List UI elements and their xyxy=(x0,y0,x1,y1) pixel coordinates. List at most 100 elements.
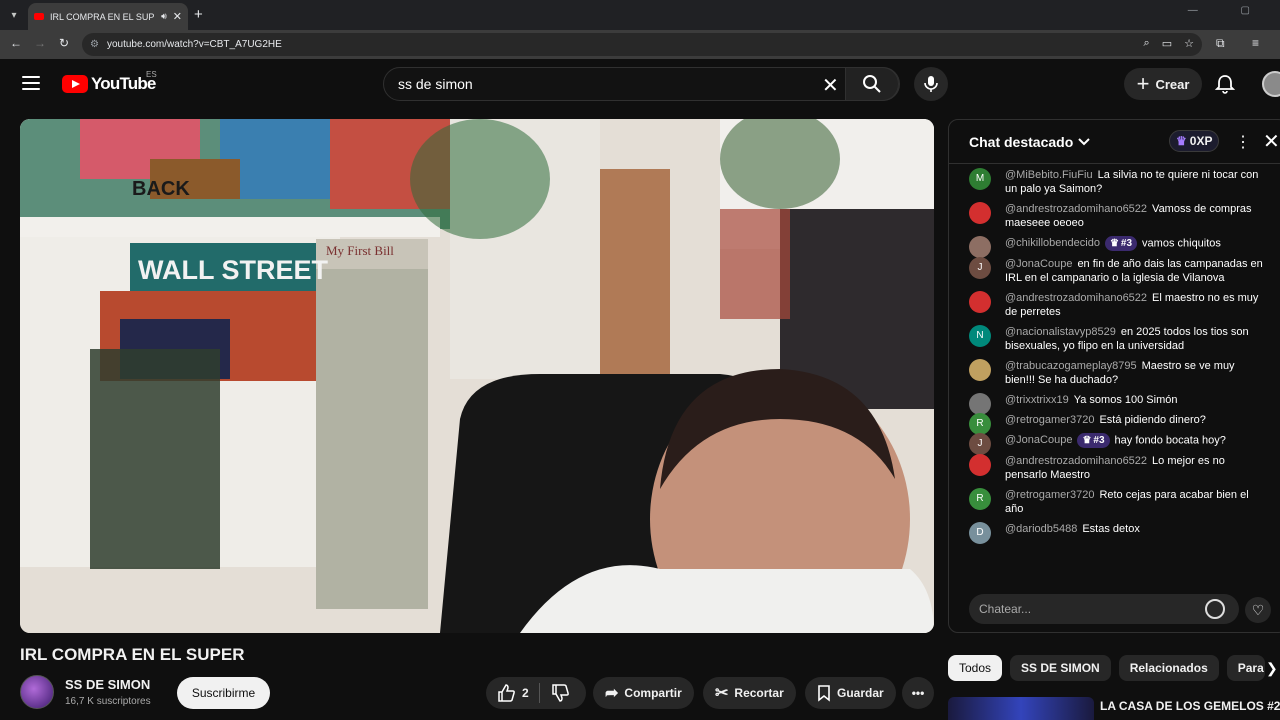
chat-message: @andrestrozadomihano6522 Lo mejor es no p… xyxy=(949,454,1280,482)
chat-author[interactable]: @retrogamer3720 xyxy=(1005,489,1094,501)
chat-avatar xyxy=(969,359,991,381)
chat-message: @andrestrozadomihano6522 El maestro no es… xyxy=(949,291,1280,319)
crown-icon: ♛ xyxy=(1109,237,1119,249)
save-label: Guardar xyxy=(837,686,884,700)
bookmark-star-icon[interactable]: ☆ xyxy=(1184,37,1194,50)
chat-title: Chat destacado xyxy=(969,134,1074,150)
browser-toolbar: ← → ↻ ⚙ youtube.com/watch?v=CBT_A7UG2HE … xyxy=(0,30,1280,59)
media-control-icon[interactable]: ≡ xyxy=(1252,36,1259,50)
account-avatar[interactable] xyxy=(1262,71,1280,97)
chat-message: @andrestrozadomihano6522 Vamoss de compra… xyxy=(949,202,1280,230)
youtube-header: YouTube ES ✕ + Crear xyxy=(0,59,1280,111)
subscribe-button[interactable]: Suscribirme xyxy=(177,677,270,709)
thumbs-down-icon[interactable] xyxy=(550,683,570,703)
emoji-icon[interactable] xyxy=(1205,599,1225,619)
heart-icon[interactable]: ♡ xyxy=(1245,597,1271,623)
site-info-icon[interactable]: ⚙ xyxy=(90,39,99,50)
save-button[interactable]: Guardar xyxy=(805,677,896,709)
crown-icon: ♛ xyxy=(1176,134,1187,148)
tab-list-button[interactable]: ▾ xyxy=(4,5,24,25)
chat-text: hay fondo bocata hoy? xyxy=(1114,434,1226,447)
back-sign: BACK xyxy=(132,178,190,200)
chip-channel[interactable]: SS DE SIMON xyxy=(1010,655,1111,681)
create-button[interactable]: + Crear xyxy=(1124,68,1202,100)
first-bill-sign: My First Bill xyxy=(326,243,394,258)
thumbs-up-icon[interactable] xyxy=(496,683,516,703)
chat-author[interactable]: @andrestrozadomihano6522 xyxy=(1005,292,1147,304)
chat-author[interactable]: @trixxtrixx19 xyxy=(1005,394,1069,406)
close-chat-icon[interactable]: ✕ xyxy=(1263,129,1280,154)
new-tab-button[interactable]: + xyxy=(194,6,203,23)
chat-author[interactable]: @trabucazogameplay8795 xyxy=(1005,360,1137,372)
share-icon: ➦ xyxy=(605,685,619,702)
tab-title: IRL COMPRA EN EL SUPER xyxy=(50,11,155,22)
more-actions-button[interactable]: ••• xyxy=(902,677,934,709)
chat-text: Ya somos 100 Simón xyxy=(1073,394,1178,406)
chat-author[interactable]: @andrestrozadomihano6522 xyxy=(1005,455,1147,467)
chat-author[interactable]: @JonaCoupe xyxy=(1005,258,1072,270)
create-label: Crear xyxy=(1155,76,1190,92)
extensions-icon[interactable]: ⧉ xyxy=(1216,36,1225,51)
chat-message: @trixxtrixx19 Ya somos 100 Simón xyxy=(949,393,1280,415)
chat-author[interactable]: @andrestrozadomihano6522 xyxy=(1005,203,1147,215)
voice-search-button[interactable] xyxy=(914,67,948,101)
close-tab-icon[interactable]: ✕ xyxy=(173,10,182,23)
reload-icon[interactable]: ↻ xyxy=(59,36,69,50)
country-code: ES xyxy=(146,70,157,79)
chat-message: D @dariodb5488 Estas detox xyxy=(949,522,1280,544)
back-icon[interactable]: ← xyxy=(10,36,22,50)
search-input[interactable] xyxy=(398,74,798,94)
address-bar[interactable]: ⚙ youtube.com/watch?v=CBT_A7UG2HE ⌕ ▭ ☆ xyxy=(82,33,1202,56)
chat-message: R @retrogamer3720 Reto cejas para acabar … xyxy=(949,488,1280,516)
chat-author[interactable]: @chikillobendecido xyxy=(1005,237,1100,249)
chat-avatar: R xyxy=(969,413,991,435)
video-player[interactable]: WALL STREET BACK My First Bill xyxy=(20,119,934,633)
chat-author[interactable]: @JonaCoupe xyxy=(1005,434,1072,446)
chat-avatar: M xyxy=(969,168,991,190)
chat-input[interactable]: Chatear... xyxy=(969,594,1239,624)
channel-avatar[interactable] xyxy=(20,675,54,709)
search-button[interactable] xyxy=(845,67,899,101)
browser-tab[interactable]: IRL COMPRA EN EL SUPER 🔊︎ ✕ xyxy=(28,3,188,30)
chat-author[interactable]: @retrogamer3720 xyxy=(1005,414,1094,426)
chip-related[interactable]: Relacionados xyxy=(1118,655,1219,681)
chat-avatar xyxy=(969,454,991,476)
clip-button[interactable]: ✂ Recortar xyxy=(703,677,796,709)
search-icon xyxy=(863,75,881,93)
chip-todos[interactable]: Todos xyxy=(948,655,1003,681)
url-text: youtube.com/watch?v=CBT_A7UG2HE xyxy=(106,39,282,50)
youtube-favicon-icon xyxy=(34,13,44,20)
chat-author[interactable]: @dariodb5488 xyxy=(1005,523,1077,535)
chat-author[interactable]: @MiBebito.FiuFiu xyxy=(1005,169,1093,181)
like-count: 2 xyxy=(522,686,529,700)
more-options-icon[interactable]: ⋮ xyxy=(1235,132,1251,152)
live-chat-panel: Chat destacado ♛ 0XP ⋮ ✕ M @MiBebito.Fiu… xyxy=(948,119,1280,633)
channel-name[interactable]: SS DE SIMON xyxy=(65,677,150,692)
menu-icon[interactable] xyxy=(22,76,40,90)
cast-icon[interactable]: ▭ xyxy=(1162,37,1172,50)
related-video-thumbnail[interactable] xyxy=(948,697,1094,720)
chat-message: J @JonaCoupe ♛ #3 hay fondo bocata hoy? xyxy=(949,433,1280,455)
chat-author[interactable]: @nacionalistavyp8529 xyxy=(1005,326,1116,338)
chat-text: vamos chiquitos xyxy=(1142,237,1221,250)
xp-badge[interactable]: ♛ 0XP xyxy=(1169,130,1220,152)
chat-message: N @nacionalistavyp8529 en 2025 todos los … xyxy=(949,325,1280,353)
chat-avatar xyxy=(969,291,991,313)
zoom-icon[interactable]: ⌕ xyxy=(1144,37,1150,50)
forward-icon[interactable]: → xyxy=(34,36,46,50)
chat-mode-dropdown[interactable]: Chat destacado xyxy=(969,134,1091,150)
related-video-title[interactable]: LA CASA DE LOS GEMELOS #2 | xyxy=(1100,699,1280,713)
chat-message: J @JonaCoupe en fin de año dais las campa… xyxy=(949,257,1280,285)
clear-search-icon[interactable]: ✕ xyxy=(822,73,839,98)
chevron-right-icon[interactable]: ❯ xyxy=(1266,660,1278,677)
chip-for-you[interactable]: Para xyxy=(1226,655,1265,681)
wall-street-sign: WALL STREET xyxy=(138,255,329,285)
chat-messages: M @MiBebito.FiuFiu La silvia no te quiere… xyxy=(949,168,1280,544)
youtube-logo[interactable]: YouTube ES xyxy=(62,70,157,94)
browser-tab-bar: ▾ IRL COMPRA EN EL SUPER 🔊︎ ✕ + — ▢ xyxy=(0,0,1280,30)
share-button[interactable]: ➦ Compartir xyxy=(593,677,694,709)
speaker-icon[interactable]: 🔊︎ xyxy=(161,11,167,22)
notifications-bell-icon[interactable] xyxy=(1214,73,1236,95)
chat-message: M @MiBebito.FiuFiu La silvia no te quiere… xyxy=(949,168,1280,196)
window-controls[interactable]: — ▢ xyxy=(1188,5,1270,16)
